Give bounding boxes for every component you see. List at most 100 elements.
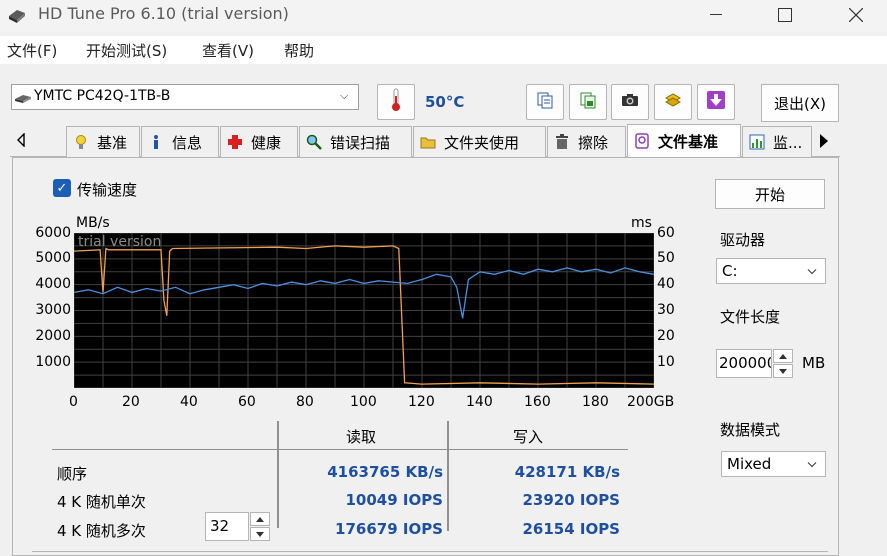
tab-label: 文件夹使用 [444, 133, 520, 152]
minimize-icon[interactable] [693, 0, 739, 30]
chevron-down-icon [807, 265, 817, 278]
y-axis-label: MB/s [76, 215, 110, 231]
tab-erase[interactable]: 擦除 [547, 126, 626, 157]
screenshot-button[interactable] [611, 84, 649, 120]
tab-file-benchmark[interactable]: 文件基准 [627, 124, 741, 157]
data-mode-label: 数据模式 [720, 421, 781, 439]
drive-dropdown[interactable]: C: [716, 258, 826, 284]
y2-tick-label: 10 [657, 354, 675, 370]
x-tick-label: 40 [180, 394, 198, 410]
menu-start-test[interactable]: 开始测试(S) [86, 40, 167, 61]
transfer-speed-checkbox[interactable]: ✓ [53, 179, 71, 197]
drive-icon [15, 92, 31, 108]
save-icon [706, 90, 726, 114]
error-scan-icon [306, 134, 322, 150]
maximize-icon[interactable] [762, 0, 808, 30]
transfer-chart [74, 233, 654, 388]
queue-depth-input[interactable]: 32 [205, 512, 249, 541]
monitor-icon [749, 134, 765, 150]
tab-error-scan[interactable]: 错误扫描 [299, 126, 412, 157]
y2-tick-label: 50 [657, 250, 675, 266]
write-4k-multi-value: 26154 IOPS [522, 520, 620, 538]
file-length-input[interactable]: 200000 [716, 349, 772, 378]
menu-file[interactable]: 文件(F) [7, 40, 57, 61]
tab-label: 文件基准 [658, 132, 719, 151]
copy-image-button[interactable] [569, 84, 607, 120]
x-tick-label: 80 [296, 394, 314, 410]
y2-tick-label: 30 [657, 302, 675, 318]
x-tick-label: 120 [408, 394, 435, 410]
x-tick-label: 160 [524, 394, 551, 410]
tab-label: 错误扫描 [330, 133, 391, 152]
tab-scroll-left-icon[interactable] [17, 132, 25, 151]
tab-monitor[interactable]: 监... [742, 126, 812, 157]
x-tick-label: 20 [122, 394, 140, 410]
copy-text-button[interactable] [526, 84, 564, 120]
checkmark-icon: ✓ [56, 180, 68, 196]
copy-text-icon [536, 91, 554, 113]
y-tick-label: 1000 [35, 354, 71, 370]
table-divider [277, 421, 279, 528]
close-icon[interactable] [833, 0, 879, 30]
chevron-down-icon: ⌵ [340, 89, 349, 102]
temperature-value: 50°C [425, 93, 465, 111]
options-icon [664, 91, 682, 113]
y-tick-label: 6000 [35, 225, 71, 241]
copy-image-icon [579, 91, 597, 113]
erase-icon [554, 134, 570, 150]
y-tick-label: 5000 [35, 250, 71, 266]
row-label-4k-multi: 4 K 随机多次 [57, 522, 146, 540]
table-header-line [52, 449, 628, 450]
write-4k-single-value: 23920 IOPS [522, 491, 620, 509]
menu-view[interactable]: 查看(V) [202, 40, 254, 61]
window-title: HD Tune Pro 6.10 (trial version) [38, 4, 289, 23]
y-tick-label: 4000 [35, 276, 71, 292]
read-sequential-value: 4163765 KB/s [327, 463, 443, 481]
menu-help[interactable]: 帮助 [284, 40, 314, 61]
read-4k-multi-value: 176679 IOPS [335, 520, 443, 538]
y2-tick-label: 20 [657, 328, 675, 344]
x-tick-label: 180 [582, 394, 609, 410]
write-sequential-value: 428171 KB/s [514, 463, 620, 481]
file-length-label: 文件长度 [720, 308, 781, 326]
tab-health[interactable]: 健康 [220, 126, 298, 157]
spin-down-icon[interactable] [250, 527, 270, 541]
chevron-down-icon [807, 458, 817, 471]
spin-up-icon[interactable] [250, 512, 270, 526]
data-mode-dropdown[interactable]: Mixed [721, 451, 826, 477]
tab-folder-usage[interactable]: 文件夹使用 [413, 126, 546, 157]
row-label-sequential: 顺序 [57, 465, 88, 483]
write-header: 写入 [513, 428, 544, 446]
tab-label: 监... [773, 133, 803, 152]
health-icon [227, 134, 243, 150]
thermometer-icon [391, 88, 401, 116]
save-button[interactable] [697, 84, 735, 120]
info-icon [148, 134, 164, 150]
folder-icon [420, 134, 436, 150]
temperature-button[interactable] [377, 84, 415, 120]
spin-down-icon[interactable] [773, 364, 793, 378]
camera-icon [621, 92, 639, 112]
y2-tick-label: 40 [657, 276, 675, 292]
tab-info[interactable]: 信息 [141, 126, 219, 157]
drive-label: 驱动器 [720, 231, 766, 249]
x-tick-label: 140 [466, 394, 493, 410]
tab-scroll-right-icon[interactable] [819, 133, 829, 153]
spin-up-icon[interactable] [773, 349, 793, 363]
y-tick-label: 2000 [35, 328, 71, 344]
app-icon [8, 7, 26, 25]
x-tick-label: 100 [350, 394, 377, 410]
y2-tick-label: 60 [657, 225, 675, 241]
start-button[interactable]: 开始 [715, 179, 825, 209]
options-button[interactable] [654, 84, 692, 120]
drive-dropdown-value: C: [722, 262, 738, 280]
panel-bottom-line [32, 551, 828, 552]
table-divider [447, 421, 449, 531]
chart-watermark: trial version [78, 234, 162, 250]
tab-benchmark[interactable]: 基准 [66, 126, 140, 157]
drive-select-value: YMTC PC42Q-1TB-B [34, 88, 171, 104]
y2-axis-label: ms [631, 215, 652, 231]
exit-button[interactable]: 退出(X) [761, 84, 839, 122]
x-tick-label: 200GB [627, 394, 675, 410]
data-mode-value: Mixed [727, 455, 772, 473]
